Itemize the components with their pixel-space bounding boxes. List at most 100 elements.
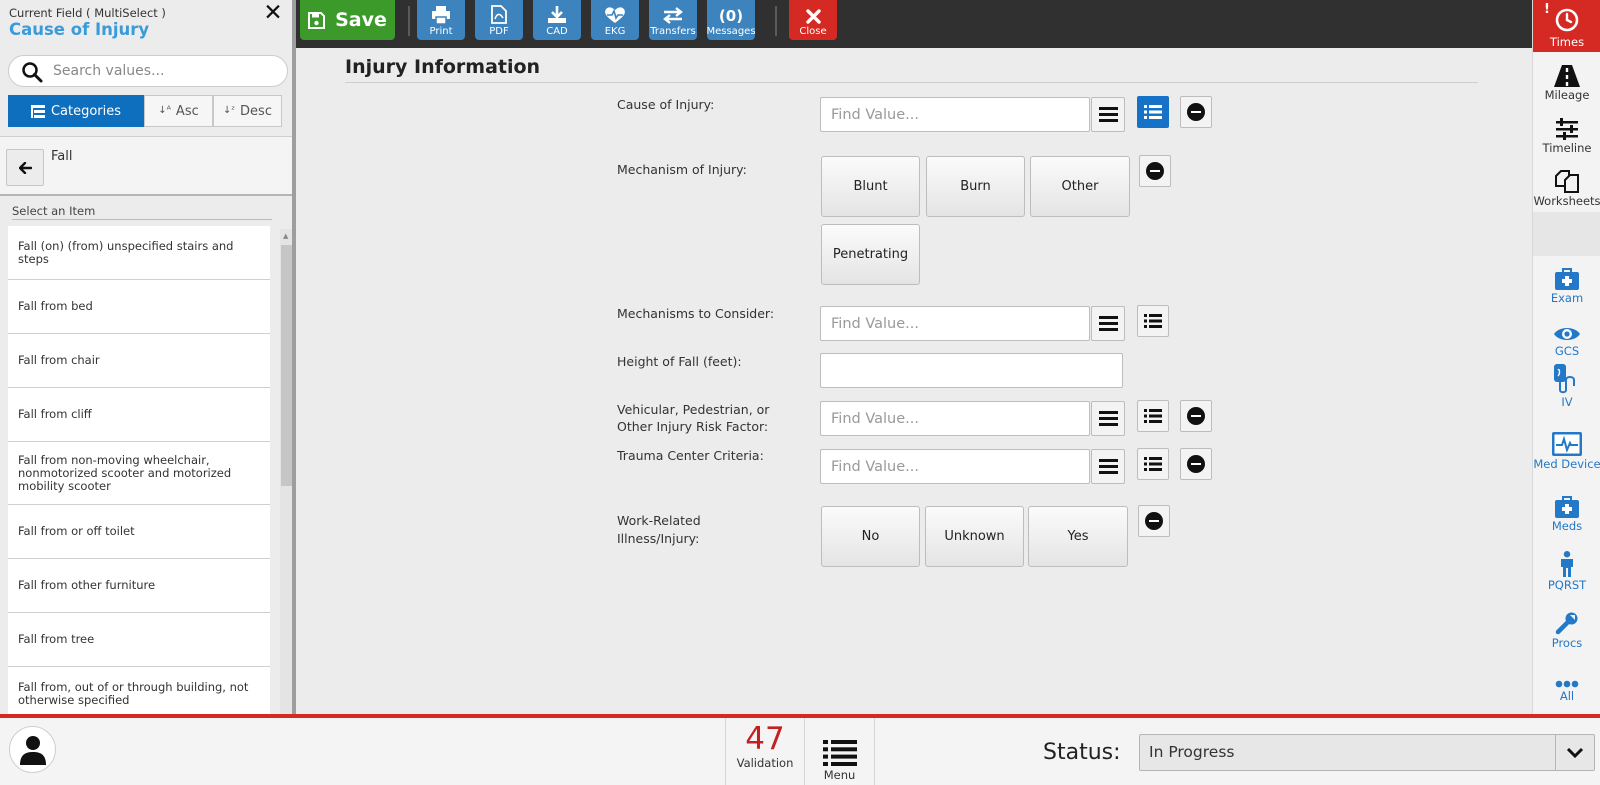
- categories-label: Categories: [50, 103, 122, 119]
- transfers-label: Transfers: [650, 26, 696, 37]
- scrollbar-thumb[interactable]: [281, 245, 292, 486]
- cause-of-injury-list-button[interactable]: [1137, 96, 1169, 128]
- iv-button[interactable]: IV: [1533, 360, 1600, 412]
- worksheets-button[interactable]: Worksheets: [1533, 159, 1600, 211]
- all-label: All: [1559, 689, 1575, 703]
- med-device-button[interactable]: Med Device: [1533, 422, 1600, 474]
- transfer-arrows-icon: [663, 7, 683, 24]
- save-button[interactable]: Save: [300, 0, 395, 40]
- list-item[interactable]: Fall from other furniture: [8, 559, 270, 613]
- timeline-button[interactable]: Timeline: [1533, 106, 1600, 158]
- transfers-button[interactable]: Transfers: [649, 0, 697, 40]
- pdf-button[interactable]: PDF: [475, 0, 523, 40]
- medical-kit-icon: [1555, 496, 1579, 518]
- mechanism-penetrating-option[interactable]: Penetrating: [821, 224, 920, 285]
- vehicular-risk-clear-button[interactable]: [1180, 400, 1212, 432]
- mechanism-blunt-option[interactable]: Blunt: [821, 156, 920, 217]
- ekg-button[interactable]: EKG: [591, 0, 639, 40]
- scroll-up-icon[interactable]: ▲: [283, 232, 288, 240]
- close-label: Close: [799, 26, 827, 37]
- chevron-down-icon[interactable]: [1555, 735, 1594, 770]
- sort-asc-button[interactable]: ↓ᴬ Asc: [144, 95, 213, 127]
- cause-of-injury-clear-button[interactable]: [1180, 96, 1212, 128]
- list-item[interactable]: Fall (on) (from) unspecified stairs and …: [8, 226, 270, 280]
- work-related-no-option[interactable]: No: [821, 506, 920, 567]
- mechanism-other-option[interactable]: Other: [1030, 156, 1130, 217]
- trauma-center-criteria-menu-button[interactable]: [1091, 449, 1125, 484]
- vehicular-risk-input[interactable]: [831, 409, 1081, 429]
- user-icon: [19, 735, 46, 765]
- list-scrollbar[interactable]: ▲: [280, 229, 292, 714]
- user-avatar[interactable]: [9, 726, 56, 773]
- status-select[interactable]: In Progress: [1139, 734, 1595, 771]
- mechanisms-to-consider-menu-button[interactable]: [1091, 306, 1125, 341]
- mechanisms-to-consider-input[interactable]: [831, 314, 1081, 334]
- work-related-clear-button[interactable]: [1138, 505, 1170, 537]
- vehicular-risk-field: [820, 401, 1090, 436]
- meds-button[interactable]: Meds: [1533, 484, 1600, 536]
- times-label: Times: [1549, 35, 1585, 49]
- messages-button[interactable]: (0) Messages: [706, 0, 756, 40]
- procs-button[interactable]: Procs: [1533, 601, 1600, 653]
- all-button[interactable]: All: [1533, 654, 1600, 706]
- categories-icon: [30, 104, 45, 118]
- mechanisms-to-consider-list-button[interactable]: [1137, 305, 1169, 337]
- wrench-icon: [1555, 612, 1578, 635]
- messages-count: (0): [718, 7, 744, 25]
- search-input[interactable]: [53, 60, 278, 82]
- cause-of-injury-menu-button[interactable]: [1091, 97, 1125, 132]
- cause-of-injury-input[interactable]: [831, 105, 1081, 125]
- cad-label: CAD: [546, 26, 568, 37]
- categories-button[interactable]: Categories: [8, 95, 144, 127]
- cad-button[interactable]: CAD: [533, 0, 581, 40]
- clock-icon: [1555, 8, 1579, 32]
- pdf-file-icon: [491, 5, 507, 24]
- close-button[interactable]: Close: [789, 0, 837, 40]
- validation-button[interactable]: 47 Validation: [725, 718, 805, 785]
- close-panel-button[interactable]: ✕: [262, 2, 284, 25]
- pqrst-button[interactable]: PQRST: [1533, 543, 1600, 595]
- list-item[interactable]: Fall from cliff: [8, 388, 270, 442]
- print-button[interactable]: Print: [417, 0, 465, 40]
- trauma-center-criteria-input[interactable]: [831, 457, 1081, 477]
- meds-label: Meds: [1551, 519, 1583, 533]
- work-related-yes-option[interactable]: Yes: [1028, 506, 1128, 567]
- mechanism-clear-button[interactable]: [1139, 155, 1171, 187]
- work-related-unknown-option[interactable]: Unknown: [925, 506, 1024, 567]
- more-dots-icon: [1555, 680, 1579, 688]
- list-item[interactable]: Fall from, out of or through building, n…: [8, 667, 270, 714]
- med-device-label: Med Device: [1533, 457, 1600, 471]
- vehicular-risk-menu-button[interactable]: [1091, 401, 1125, 436]
- list-item[interactable]: Fall from non-moving wheelchair, nonmoto…: [8, 442, 270, 505]
- exam-button[interactable]: Exam: [1533, 256, 1600, 308]
- trauma-center-criteria-field: [820, 449, 1090, 484]
- download-icon: [548, 6, 566, 23]
- messages-label: Messages: [706, 26, 756, 37]
- list-item[interactable]: Fall from tree: [8, 613, 270, 667]
- trauma-center-criteria-clear-button[interactable]: [1180, 448, 1212, 480]
- procs-label: Procs: [1551, 636, 1583, 650]
- alert-indicator: !: [1544, 2, 1550, 17]
- mileage-button[interactable]: Mileage: [1533, 53, 1600, 105]
- pdf-label: PDF: [489, 26, 509, 37]
- validation-label: Validation: [736, 756, 794, 770]
- top-toolbar: Save Print PDF CAD EKG Transfers (0) Mes…: [296, 0, 1532, 48]
- back-button[interactable]: [6, 149, 44, 186]
- menu-button[interactable]: Menu: [805, 718, 875, 785]
- times-button[interactable]: ! Times: [1533, 0, 1600, 52]
- section-title: Injury Information: [345, 56, 541, 78]
- vehicular-risk-list-button[interactable]: [1137, 400, 1169, 432]
- sort-asc-icon: ↓ᴬ: [158, 105, 171, 116]
- height-of-fall-input[interactable]: [820, 353, 1123, 388]
- mileage-label: Mileage: [1544, 88, 1590, 102]
- mechanism-burn-option[interactable]: Burn: [926, 156, 1025, 217]
- vehicular-risk-label-line2: Other Injury Risk Factor:: [617, 419, 769, 434]
- cause-of-injury-label: Cause of Injury:: [617, 97, 715, 112]
- list-item[interactable]: Fall from or off toilet: [8, 505, 270, 559]
- list-item[interactable]: Fall from chair: [8, 334, 270, 388]
- gcs-button[interactable]: GCS: [1533, 309, 1600, 361]
- sort-desc-button[interactable]: ↓ᶻ Desc: [213, 95, 282, 127]
- trauma-center-criteria-list-button[interactable]: [1137, 448, 1169, 480]
- list-item[interactable]: Fall from bed: [8, 280, 270, 334]
- work-related-label-line2: Illness/Injury:: [617, 531, 700, 546]
